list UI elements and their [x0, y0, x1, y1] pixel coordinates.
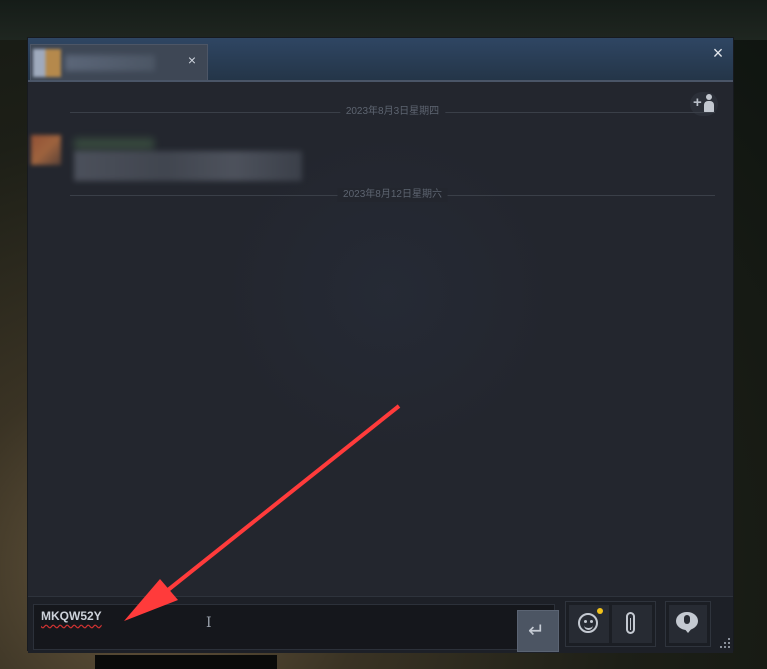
- background-taskbar-strip: [95, 655, 277, 669]
- composer-bar: MKQW52Y I ↵: [28, 596, 733, 653]
- chat-tab[interactable]: ×: [30, 44, 208, 80]
- smiley-icon: [578, 613, 598, 633]
- text-cursor-icon: I: [206, 615, 212, 631]
- message-input-text: MKQW52Y: [41, 609, 102, 623]
- date-separator: 2023年8月12日星期六: [70, 188, 715, 202]
- message-text-blurred: [74, 151, 302, 181]
- date-separator-label: 2023年8月12日星期六: [337, 188, 448, 202]
- date-separator: 2023年8月3日星期四: [70, 105, 715, 119]
- notification-dot: [597, 608, 603, 614]
- date-separator-label: 2023年8月3日星期四: [339, 105, 446, 119]
- tab-friend-name-blurred: [65, 55, 155, 71]
- enter-icon: ↵: [528, 620, 545, 642]
- tab-avatar: [33, 49, 61, 77]
- tab-close-icon[interactable]: ×: [184, 51, 200, 69]
- title-bar: × ×: [28, 38, 733, 82]
- voice-tools: [665, 601, 711, 647]
- paperclip-icon: [626, 612, 635, 634]
- resize-grip-icon[interactable]: [716, 638, 732, 650]
- message-sender-name-blurred: [74, 138, 154, 150]
- background-top: [0, 0, 767, 40]
- voice-chat-button[interactable]: [669, 605, 707, 643]
- message-input[interactable]: MKQW52Y I ↵: [33, 604, 559, 652]
- send-button[interactable]: ↵: [517, 610, 559, 652]
- message-avatar: [31, 135, 61, 165]
- window-close-icon[interactable]: ×: [708, 42, 728, 64]
- composer-tools: [565, 601, 656, 647]
- attach-button[interactable]: [612, 605, 652, 643]
- emoji-button[interactable]: [569, 605, 609, 643]
- chat-window: × × + 2023年8月3日星期四 2023年8月12日星期六 MKQW52Y…: [27, 37, 734, 653]
